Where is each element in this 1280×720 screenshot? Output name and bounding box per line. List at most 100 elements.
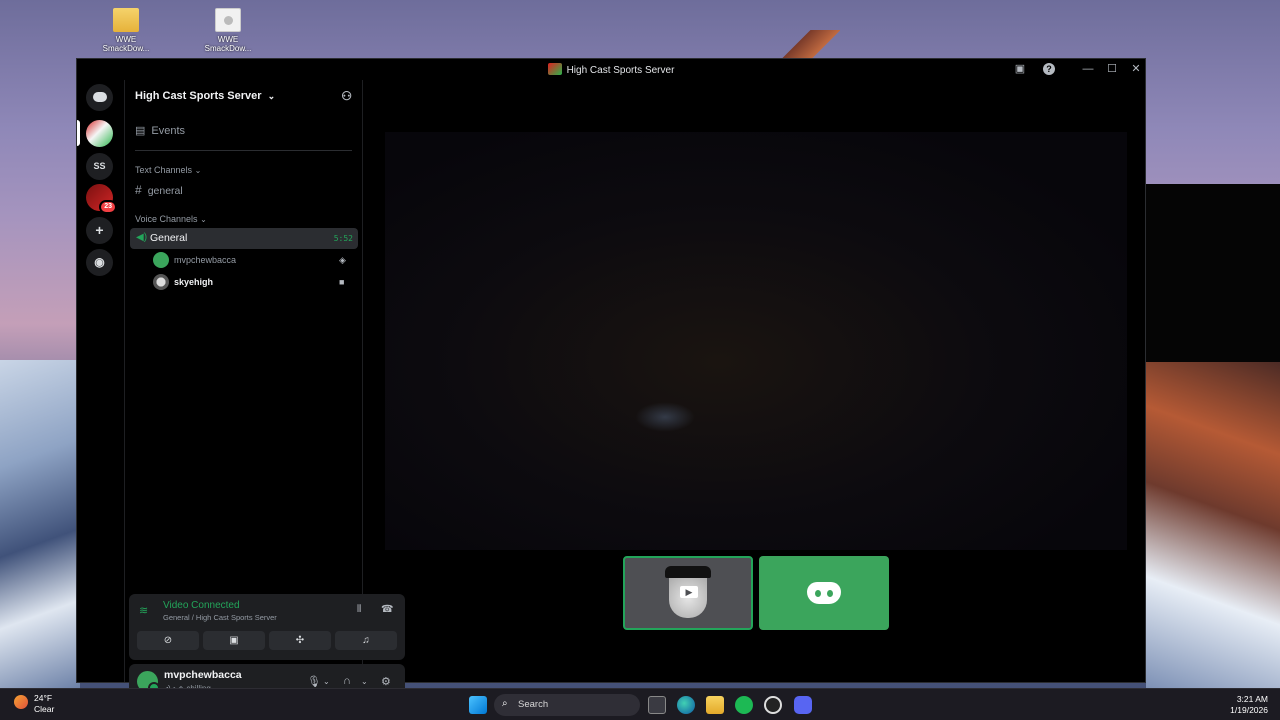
app-icon[interactable]: [764, 696, 782, 714]
maximize-button[interactable]: ☐: [1105, 62, 1119, 76]
microphone-icon[interactable]: 🎙︎: [307, 675, 321, 688]
avatar: [153, 252, 169, 268]
weather-temp: 24°F: [34, 693, 53, 703]
connection-status[interactable]: Video Connected: [163, 600, 240, 611]
activity-icon: ◈: [339, 255, 346, 265]
file-explorer-icon[interactable]: [706, 696, 724, 714]
spotify-icon[interactable]: [735, 696, 753, 714]
soundboard-icon: ♫: [362, 635, 370, 646]
category-text-channels[interactable]: Text Channels ⌄: [135, 165, 201, 175]
voice-channel-general[interactable]: ◀) General 5:52: [130, 228, 358, 249]
desktop-icon-label: WWE SmackDow...: [102, 35, 150, 53]
video-camera-icon: ▶: [680, 586, 698, 598]
participant-tile-skyehigh[interactable]: ▶: [623, 556, 753, 630]
server-ss[interactable]: SS: [86, 153, 113, 180]
discord-logo-icon: [92, 92, 107, 102]
weather-widget[interactable]: 24°F Clear: [14, 693, 54, 715]
activities-icon: ✣: [295, 635, 305, 646]
discord-logo-icon: [807, 582, 841, 604]
edge-browser-icon[interactable]: [677, 696, 695, 714]
mention-badge: 23: [99, 200, 117, 214]
start-windows-icon[interactable]: [469, 696, 487, 714]
video-feed: [635, 402, 695, 432]
chevron-down-icon: ⌄: [267, 91, 276, 101]
chevron-down-icon: ⌄: [194, 166, 202, 175]
speaker-icon: ◀): [136, 232, 148, 243]
clock-date: 1/19/2026: [1230, 705, 1268, 715]
desktop-icon-label: WWE SmackDow...: [204, 35, 252, 53]
desktop-icon-folder[interactable]: WWE SmackDow...: [96, 8, 156, 53]
category-label: Voice Channels: [135, 214, 198, 224]
taskbar-search[interactable]: ⌕ Search: [494, 694, 640, 716]
divider: [135, 150, 352, 151]
avatar-hat: [665, 566, 711, 578]
chevron-down-icon: ⌄: [200, 215, 207, 224]
wallpaper-right-mountain: [1146, 360, 1280, 690]
file-icon: [215, 8, 241, 32]
video-stage[interactable]: [385, 132, 1127, 550]
discord-window: High Cast Sports Server ▣ ? — ☐ ✕ SS 23 …: [76, 58, 1146, 700]
category-label: Text Channels: [135, 165, 193, 175]
discover-button[interactable]: ◉: [86, 249, 113, 276]
chevron-down-icon[interactable]: ⌄: [361, 677, 368, 686]
server-header[interactable]: High Cast Sports Server ⌄ ⚇: [125, 80, 362, 110]
compass-icon: ◉: [94, 255, 105, 269]
activities-button[interactable]: ✣: [269, 631, 331, 650]
server-logo-icon: [547, 63, 562, 75]
events-item[interactable]: ▤ Events: [135, 124, 185, 137]
window-title: High Cast Sports Server: [566, 65, 675, 76]
toggle-camera-button[interactable]: ⊘: [137, 631, 199, 650]
noise-suppression-icon[interactable]: ⫴: [357, 604, 361, 615]
clock-time: 3:21 AM: [1236, 694, 1268, 704]
channel-general-text[interactable]: # general: [135, 183, 183, 197]
video-camera-icon: ■: [339, 277, 345, 287]
chevron-down-icon[interactable]: ⌄: [323, 677, 330, 686]
discord-home-button[interactable]: [86, 84, 113, 111]
hashtag-icon: #: [135, 183, 142, 197]
weather-desc: Clear: [34, 704, 55, 714]
server-wwe[interactable]: 23: [86, 184, 117, 214]
headphones-icon[interactable]: ∩: [343, 675, 351, 687]
calendar-icon: ▤: [135, 125, 146, 137]
minimize-button[interactable]: —: [1081, 62, 1095, 76]
close-button[interactable]: ✕: [1129, 62, 1143, 76]
plus-icon: +: [95, 222, 104, 238]
invite-people-icon[interactable]: ⚇: [341, 89, 352, 103]
add-server-button[interactable]: +: [86, 217, 113, 244]
wallpaper-peak: [770, 30, 840, 60]
connection-signal-icon: ≋: [139, 605, 149, 617]
voice-user-name: skyehigh: [174, 277, 214, 287]
channel-sidebar: High Cast Sports Server ⌄ ⚇ ▤ Events Text…: [124, 80, 405, 700]
voice-channel-label: General: [150, 232, 188, 244]
username[interactable]: mvpchewbacca: [164, 669, 242, 681]
voice-user-name: mvpchewbacca: [174, 255, 237, 265]
events-label: Events: [151, 125, 186, 137]
soundboard-button[interactable]: ♫: [335, 631, 397, 650]
avatar: [153, 274, 169, 290]
settings-gear-icon[interactable]: ⚙: [381, 675, 391, 688]
title-bar: High Cast Sports Server ▣ ? — ☐ ✕: [77, 59, 1145, 80]
share-screen-button[interactable]: ▣: [203, 631, 265, 650]
server-name: High Cast Sports Server: [135, 90, 262, 102]
search-placeholder: Search: [518, 699, 549, 710]
server-ss-label: SS: [93, 161, 106, 171]
disconnect-icon[interactable]: ☎: [381, 604, 393, 615]
participant-tile-mvpchewbacca[interactable]: [759, 556, 889, 630]
inbox-icon[interactable]: ▣: [1013, 62, 1027, 76]
voice-user-skyehigh[interactable]: skyehigh ■: [153, 274, 344, 290]
folder-icon: [113, 8, 139, 32]
search-icon: ⌕: [502, 698, 508, 709]
task-view-icon[interactable]: [648, 696, 666, 714]
help-icon[interactable]: ?: [1043, 63, 1055, 75]
camera-off-icon: ⊘: [163, 635, 173, 646]
discord-taskbar-icon[interactable]: [794, 696, 812, 714]
taskbar: 24°F Clear ⌕ Search 3:21 AM 1/19/2026: [0, 688, 1280, 720]
server-high-cast-sports[interactable]: [86, 120, 113, 147]
weather-icon: [14, 695, 28, 709]
channel-label: general: [147, 185, 183, 197]
category-voice-channels[interactable]: Voice Channels ⌄: [135, 214, 207, 224]
desktop-icon-file[interactable]: WWE SmackDow...: [198, 8, 258, 53]
voice-user-mvpchewbacca[interactable]: mvpchewbacca ◈: [153, 252, 346, 268]
system-clock[interactable]: 3:21 AM 1/19/2026: [1230, 694, 1268, 716]
voice-timer: 5:52: [333, 234, 353, 243]
